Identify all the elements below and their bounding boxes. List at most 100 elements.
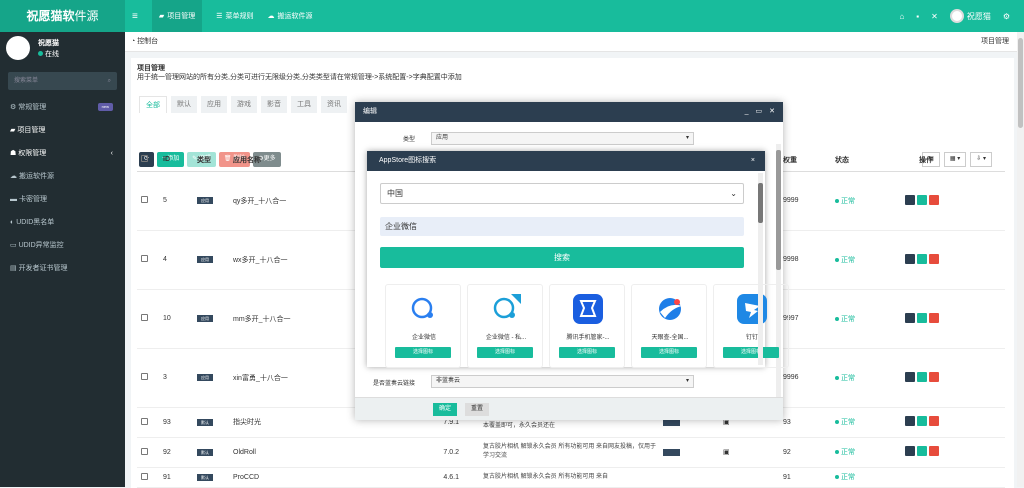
region-select[interactable]: 中国 ⌄: [380, 183, 744, 204]
nav-menu-rules[interactable]: ☰ 菜单规则: [216, 11, 253, 21]
edit-icon[interactable]: [917, 371, 927, 382]
menu-toggle-button[interactable]: ≡: [132, 11, 138, 22]
sidebar-item-label: 常规管理: [18, 104, 47, 111]
row-checkbox[interactable]: [141, 255, 148, 262]
sidebar-item-project[interactable]: ▰ 项目管理: [0, 119, 125, 142]
type-select[interactable]: 应用 ▾: [431, 132, 694, 145]
sidebar-item-udid-blacklist[interactable]: ◐ UDID黑名单: [0, 211, 125, 234]
delete-icon[interactable]: [929, 446, 939, 456]
qywx-private-icon: [491, 294, 521, 324]
close-icon[interactable]: ×: [751, 151, 755, 171]
tab-app[interactable]: 应用: [201, 96, 227, 113]
search-button[interactable]: 搜索: [380, 247, 744, 268]
confirm-button[interactable]: 确定: [433, 403, 458, 416]
drag-icon[interactable]: [905, 446, 915, 456]
trash-icon[interactable]: ▪: [916, 12, 919, 21]
reset-button[interactable]: 重置: [465, 403, 490, 416]
user-menu[interactable]: 祝愿猫: [949, 9, 991, 23]
edit-icon[interactable]: [917, 253, 927, 264]
tab-tool[interactable]: 工具: [291, 96, 317, 113]
row-checkbox[interactable]: [141, 417, 148, 425]
online-status: 在线: [38, 49, 59, 59]
tab-media[interactable]: 影音: [261, 96, 287, 113]
table-row[interactable]: 91 默认 ProCCD 4.6.1 复古胶片相机 解锁永久会员 所有功能可用 来自 91…: [137, 467, 1005, 488]
scrollbar-thumb[interactable]: [758, 183, 763, 223]
edit-dialog-header[interactable]: 编辑 _ ▭ ✕: [355, 102, 783, 122]
close-icon[interactable]: ✕: [769, 102, 775, 122]
delete-icon[interactable]: [929, 416, 939, 426]
app-logo[interactable]: 祝愿猫软件源: [0, 0, 125, 32]
status-badge: 正常: [831, 467, 901, 488]
fullscreen-icon[interactable]: ✕: [931, 12, 938, 21]
sidebar-item-card[interactable]: ▬ 卡密管理: [0, 188, 125, 211]
appstore-dialog-header[interactable]: AppStore图标搜索 ×: [367, 151, 765, 171]
minimize-icon[interactable]: _: [745, 102, 749, 122]
row-checkbox[interactable]: [141, 447, 148, 455]
col-status[interactable]: 状态: [831, 149, 901, 172]
table-row[interactable]: 92 默认 OldRoll 7.0.2 复古胶片相机 解锁永久会员 所有功能可用 来自网…: [137, 437, 1005, 468]
col-weight[interactable]: 权重: [779, 149, 831, 172]
status-badge: 正常: [831, 407, 901, 438]
col-id[interactable]: ID: [159, 149, 193, 172]
pick-icon-button[interactable]: 选择图标: [477, 347, 533, 358]
settings-gear-icon[interactable]: ⚙: [1003, 12, 1010, 21]
delete-icon[interactable]: [929, 371, 939, 382]
drag-icon[interactable]: [905, 371, 915, 382]
breadcrumb-home[interactable]: 控制台: [137, 38, 158, 45]
col-type[interactable]: 类型: [193, 149, 229, 172]
tab-game[interactable]: 游戏: [231, 96, 257, 113]
sidebar: 祝愿猫 在线 搜索菜单 ⌕ ⚙ 常规管理 new ▰ 项目管理 ☗ 权限管理 ‹ ☁ …: [0, 32, 125, 487]
delete-icon[interactable]: [929, 312, 939, 323]
edit-icon[interactable]: [917, 194, 927, 205]
edit-icon[interactable]: [917, 446, 927, 456]
scrollbar-thumb[interactable]: [1018, 38, 1023, 128]
drag-icon[interactable]: [905, 253, 915, 264]
row-checkbox[interactable]: [141, 314, 148, 321]
sidebar-item-udid-monitor[interactable]: ▭ UDID异常监控: [0, 234, 125, 257]
pick-icon-button[interactable]: 选择图标: [559, 347, 615, 358]
delete-icon[interactable]: [929, 194, 939, 205]
row-checkbox[interactable]: [141, 373, 148, 380]
home-icon[interactable]: ⌂: [899, 12, 904, 21]
dialog-scrollbar[interactable]: [776, 144, 781, 416]
result-card[interactable]: 钉钉 选择图标: [713, 284, 789, 368]
pick-icon-button[interactable]: 选择图标: [641, 347, 697, 358]
result-card[interactable]: 天眼查-全国... 选择图标: [631, 284, 707, 368]
page-scrollbar[interactable]: [1017, 32, 1024, 487]
result-card[interactable]: 腾讯手机管家-... 选择图标: [549, 284, 625, 368]
sidebar-item-dev-cert[interactable]: ▤ 开发者证书管理: [0, 257, 125, 280]
status-text: 在线: [45, 51, 59, 58]
app-icon: ▣: [719, 437, 779, 468]
tab-news[interactable]: 资讯: [321, 96, 347, 113]
result-card[interactable]: 企业微信 选择图标: [385, 284, 461, 368]
panel-header: 项目管理 用于统一管理网站的所有分类,分类可进行无限级分类,分类类型请在常规管理-…: [131, 58, 1014, 82]
sidebar-search-input[interactable]: 搜索菜单 ⌕: [8, 72, 117, 90]
sidebar-item-software-source[interactable]: ☁ 搬运软件源: [0, 165, 125, 188]
pick-icon-button[interactable]: 选择图标: [395, 347, 451, 358]
col-name[interactable]: 应用名称: [229, 149, 359, 172]
scrollbar-thumb[interactable]: [776, 150, 781, 270]
drag-icon[interactable]: [905, 312, 915, 323]
drag-icon[interactable]: [905, 416, 915, 426]
delete-icon[interactable]: [929, 253, 939, 264]
edit-icon[interactable]: [917, 416, 927, 426]
nav-project-manage[interactable]: ▰ 项目管理: [151, 0, 203, 32]
sidebar-item-permission[interactable]: ☗ 权限管理 ‹: [0, 142, 125, 165]
edit-icon[interactable]: [917, 312, 927, 323]
drag-icon[interactable]: [905, 194, 915, 205]
cloud-select[interactable]: 非蓝奏云 ▾: [431, 375, 694, 388]
tab-all[interactable]: 全部: [139, 96, 167, 113]
result-card[interactable]: 企业微信 - 私... 选择图标: [467, 284, 543, 368]
app-search-input[interactable]: 企业微信: [380, 217, 744, 236]
nav-software-source[interactable]: ☁ 搬运软件源: [267, 11, 312, 21]
tab-default[interactable]: 默认: [171, 96, 197, 113]
sidebar-item-general[interactable]: ⚙ 常规管理 new: [0, 96, 125, 119]
row-checkbox[interactable]: [141, 196, 148, 203]
appstore-scrollbar[interactable]: [758, 173, 763, 365]
cell-name: OldRoll: [229, 437, 359, 468]
maximize-icon[interactable]: ▭: [756, 102, 763, 122]
pick-icon-button[interactable]: 选择图标: [723, 347, 779, 358]
result-name: 企业微信: [411, 335, 436, 341]
row-checkbox[interactable]: [141, 472, 148, 480]
select-all-checkbox[interactable]: [137, 149, 159, 172]
